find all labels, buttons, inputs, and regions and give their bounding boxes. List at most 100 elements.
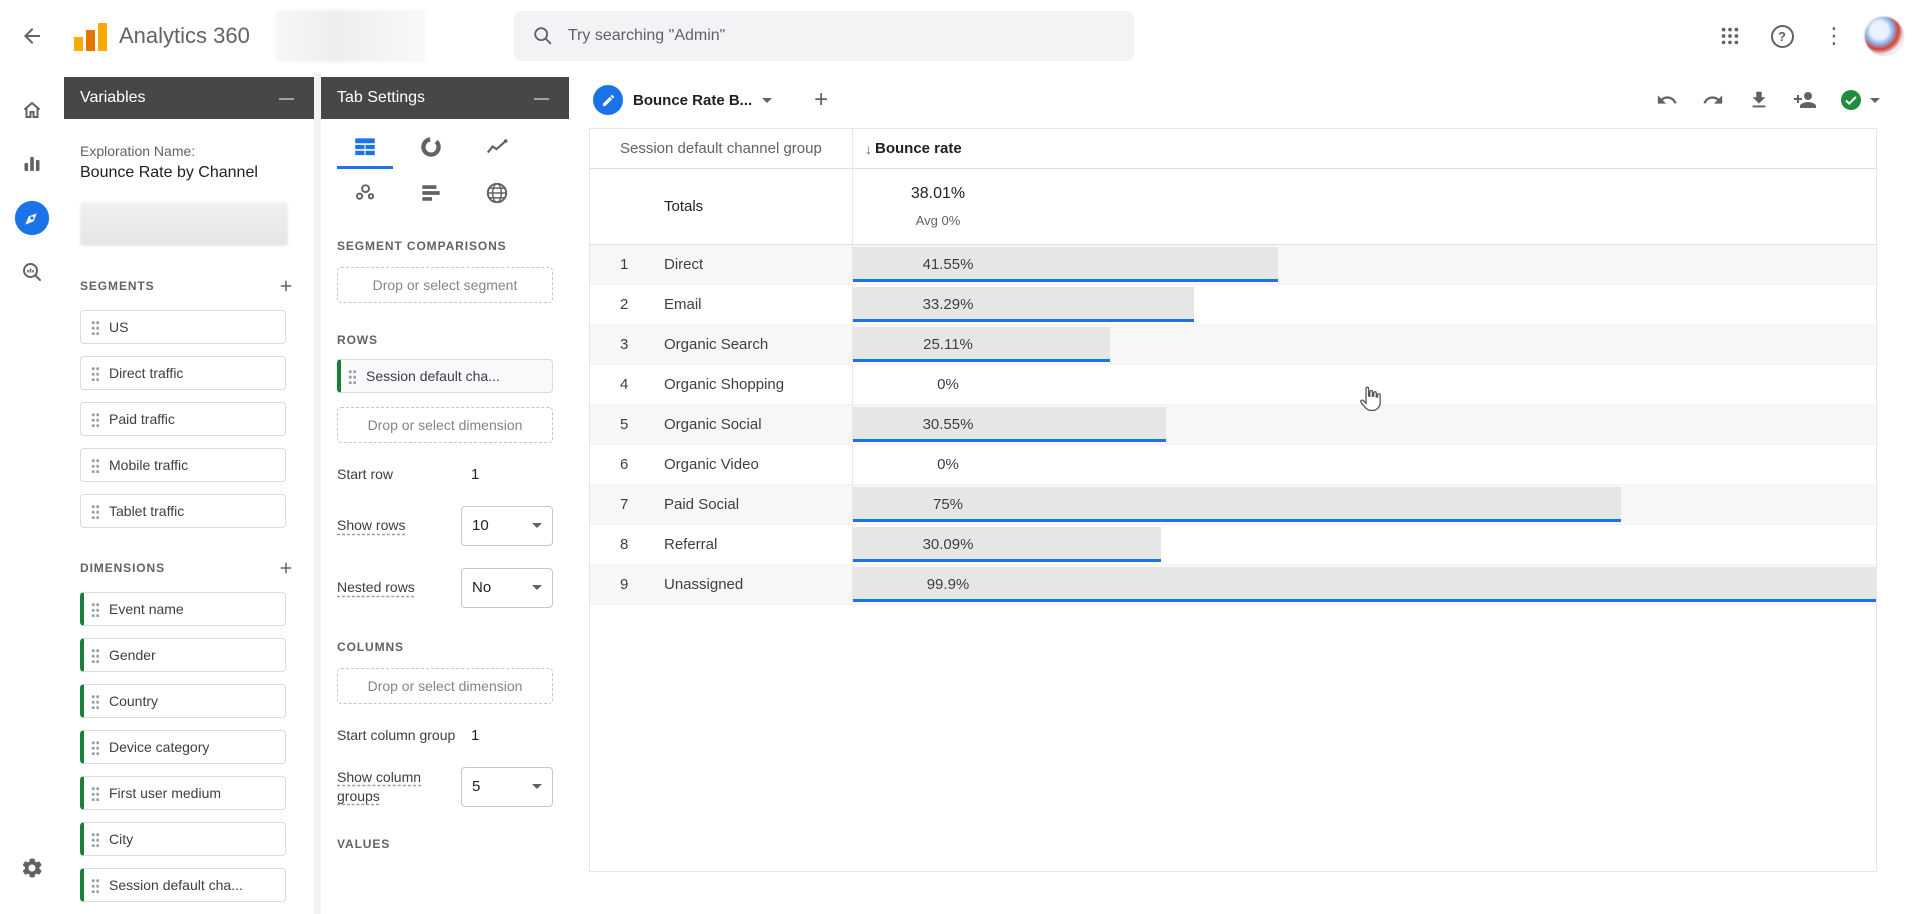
panel-resize-divider[interactable] <box>314 72 321 914</box>
dimension-chip[interactable]: Session default cha... <box>80 868 286 902</box>
viz-bar-button[interactable] <box>403 173 459 215</box>
app-title: Analytics 360 <box>119 23 250 49</box>
columns-dropzone[interactable]: Drop or select dimension <box>337 668 553 704</box>
nav-home[interactable] <box>8 86 56 134</box>
visualization-picker <box>337 127 537 215</box>
exploration-name-label: Exploration Name: <box>80 143 298 159</box>
column-header-bounce-rate[interactable]: ↓ Bounce rate <box>853 129 1876 168</box>
search-icon <box>532 25 554 47</box>
dimension-chip[interactable]: Gender <box>80 638 286 672</box>
start-column-group-control: Start column group 1 <box>337 726 553 745</box>
drag-handle-icon <box>91 365 99 381</box>
nav-advertising[interactable] <box>8 248 56 296</box>
table-row[interactable]: 9Unassigned 99.9% <box>590 565 1876 605</box>
start-row-input[interactable]: 1 <box>461 466 553 483</box>
table-row[interactable]: 1Direct 41.55% <box>590 245 1876 285</box>
back-button[interactable] <box>0 24 64 48</box>
plus-icon <box>277 277 295 295</box>
dimensions-label: DIMENSIONS <box>80 561 165 575</box>
table-row[interactable]: 7Paid Social 75% <box>590 485 1876 525</box>
undo-button[interactable] <box>1647 80 1687 120</box>
nested-rows-select[interactable]: No <box>461 568 553 608</box>
segments-label: SEGMENTS <box>80 279 155 293</box>
search-bar[interactable] <box>514 11 1134 61</box>
download-icon <box>1748 89 1770 111</box>
nav-admin[interactable] <box>8 844 56 892</box>
show-rows-label: Show rows <box>337 516 405 535</box>
segment-dropzone[interactable]: Drop or select segment <box>337 267 553 303</box>
values-label: VALUES <box>337 837 390 851</box>
dimension-chip[interactable]: Country <box>80 684 286 718</box>
canvas-actions <box>1647 80 1920 120</box>
table-row[interactable]: 5Organic Social 30.55% <box>590 405 1876 445</box>
table-row[interactable]: 8Referral 30.09% <box>590 525 1876 565</box>
minimize-variables-button[interactable]: — <box>275 87 298 110</box>
share-button[interactable] <box>1785 80 1825 120</box>
drag-handle-icon <box>91 503 99 519</box>
segment-chip[interactable]: Tablet traffic <box>80 494 286 528</box>
minimize-tab-settings-button[interactable]: — <box>530 87 553 110</box>
table-row[interactable]: 4Organic Shopping 0% <box>590 365 1876 405</box>
check-circle-icon <box>1839 88 1863 112</box>
download-button[interactable] <box>1739 80 1779 120</box>
redo-button[interactable] <box>1693 80 1733 120</box>
tab-menu-chevron-icon[interactable] <box>762 98 772 103</box>
viz-scatter-button[interactable] <box>337 173 393 215</box>
rows-dropzone[interactable]: Drop or select dimension <box>337 407 553 443</box>
segment-chip[interactable]: US <box>80 310 286 344</box>
saved-status-button[interactable] <box>1839 88 1880 112</box>
drag-handle-icon <box>91 785 99 801</box>
segment-chip[interactable]: Paid traffic <box>80 402 286 436</box>
rows-dimension-chip[interactable]: Session default cha... <box>337 359 553 393</box>
workspace: Variables — Exploration Name: Bounce Rat… <box>0 72 1920 914</box>
exploration-name[interactable]: Bounce Rate by Channel <box>80 164 298 182</box>
viz-line-button[interactable] <box>469 127 525 169</box>
add-tab-button[interactable]: + <box>806 86 836 114</box>
viz-table-button[interactable] <box>337 127 393 169</box>
exploration-table: Session default channel group ↓ Bounce r… <box>589 128 1877 872</box>
segment-comparisons-label: SEGMENT COMPARISONS <box>337 239 507 253</box>
active-tab[interactable]: Bounce Rate B... <box>593 85 772 115</box>
more-options-button[interactable]: ⋮ <box>1812 14 1856 58</box>
viz-geo-button[interactable] <box>469 173 525 215</box>
show-column-groups-select[interactable]: 5 <box>461 767 553 807</box>
add-segment-button[interactable] <box>274 274 298 298</box>
reports-icon <box>20 152 44 176</box>
search-input[interactable] <box>568 27 1116 45</box>
apps-grid-button[interactable] <box>1708 14 1752 58</box>
nav-reports[interactable] <box>8 140 56 188</box>
table-row[interactable]: 3Organic Search 25.11% <box>590 325 1876 365</box>
edit-tab-icon-wrap[interactable] <box>593 85 623 115</box>
account-selector-redacted[interactable] <box>276 10 426 62</box>
drag-handle-icon <box>348 368 356 384</box>
dimension-chip[interactable]: Event name <box>80 592 286 626</box>
dimension-chip[interactable]: Device category <box>80 730 286 764</box>
variables-panel-body: Exploration Name: Bounce Rate by Channel… <box>64 119 314 914</box>
start-column-group-label: Start column group <box>337 726 455 745</box>
drag-handle-icon <box>91 647 99 663</box>
add-dimension-button[interactable] <box>274 556 298 580</box>
viz-donut-button[interactable] <box>403 127 459 169</box>
segment-chip[interactable]: Mobile traffic <box>80 448 286 482</box>
variables-panel-title: Variables <box>80 89 146 107</box>
variables-panel-header: Variables — <box>64 77 314 119</box>
totals-note: Avg 0% <box>853 213 1023 228</box>
canvas-toolbar: Bounce Rate B... + <box>589 72 1920 128</box>
chevron-down-icon <box>532 784 542 789</box>
table-row[interactable]: 6Organic Video 0% <box>590 445 1876 485</box>
totals-label: Totals <box>590 169 853 244</box>
date-range-redacted[interactable] <box>80 202 288 246</box>
show-rows-select[interactable]: 10 <box>461 506 553 546</box>
nav-explore-selected[interactable] <box>8 194 56 242</box>
avatar[interactable] <box>1864 16 1904 56</box>
dimension-chip[interactable]: City <box>80 822 286 856</box>
totals-value: 38.01% <box>853 185 1023 203</box>
drag-handle-icon <box>91 831 99 847</box>
help-button[interactable]: ? <box>1760 14 1804 58</box>
drag-handle-icon <box>91 319 99 335</box>
dimension-chip[interactable]: First user medium <box>80 776 286 810</box>
start-column-group-input[interactable]: 1 <box>461 727 553 744</box>
column-header-channel-group[interactable]: Session default channel group <box>590 129 853 168</box>
segment-chip[interactable]: Direct traffic <box>80 356 286 390</box>
table-row[interactable]: 2Email 33.29% <box>590 285 1876 325</box>
